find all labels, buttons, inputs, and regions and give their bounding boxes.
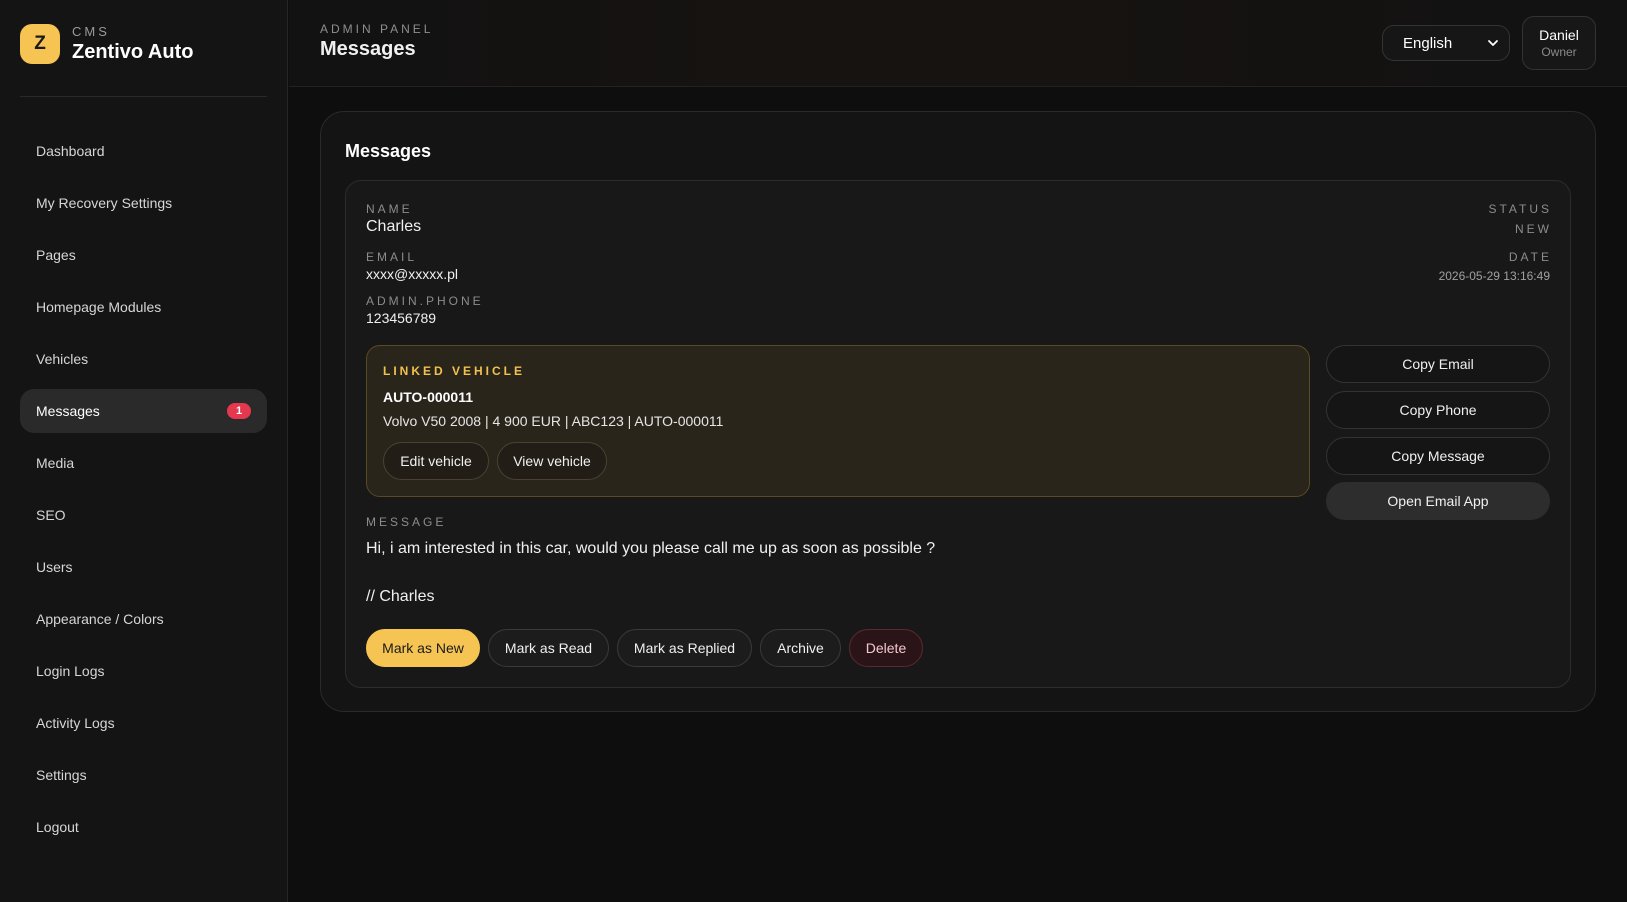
sidebar-item-label: Homepage Modules	[36, 299, 162, 315]
brand-text: CMS Zentivo Auto	[72, 24, 193, 64]
sidebar-item-label: Dashboard	[36, 143, 105, 159]
top-header: ADMIN PANEL Messages English Daniel Owne…	[289, 0, 1627, 87]
panel-title: Messages	[345, 141, 432, 161]
sidebar-item-activity-logs[interactable]: Activity Logs	[20, 701, 267, 745]
sidebar-item-seo[interactable]: SEO	[20, 493, 267, 537]
sidebar-item-recovery-settings[interactable]: My Recovery Settings	[20, 181, 267, 225]
sidebar-item-label: Vehicles	[36, 351, 89, 367]
sidebar-nav: Dashboard My Recovery Settings Pages Hom…	[20, 129, 267, 857]
language-selected-value: English	[1403, 34, 1453, 52]
message-date: 2026-05-29 13:16:49	[1438, 269, 1550, 283]
user-menu[interactable]: Daniel Owner	[1522, 16, 1596, 70]
message-label: MESSAGE	[366, 515, 447, 529]
sidebar-item-label: Activity Logs	[36, 715, 115, 731]
user-role: Owner	[1541, 45, 1577, 59]
sidebar-item-label: Settings	[36, 767, 87, 783]
page-title: Messages	[320, 38, 416, 60]
copy-email-button[interactable]: Copy Email	[1326, 345, 1550, 383]
copy-message-button[interactable]: Copy Message	[1326, 437, 1550, 475]
language-select[interactable]: English	[1382, 25, 1510, 61]
sender-email: xxxx@xxxxx.pl	[366, 266, 458, 282]
view-vehicle-button[interactable]: View vehicle	[497, 442, 607, 480]
vehicle-id: AUTO-000011	[383, 389, 474, 405]
phone-label: ADMIN.PHONE	[366, 294, 484, 308]
mark-as-replied-button[interactable]: Mark as Replied	[617, 629, 752, 667]
sidebar-item-label: Pages	[36, 247, 76, 263]
archive-button[interactable]: Archive	[760, 629, 841, 667]
sidebar: Z CMS Zentivo Auto Dashboard My Recovery…	[0, 0, 288, 902]
vehicle-description: Volvo V50 2008 | 4 900 EUR | ABC123 | AU…	[383, 413, 724, 429]
mark-as-read-button[interactable]: Mark as Read	[488, 629, 609, 667]
sidebar-divider	[20, 96, 267, 97]
sidebar-item-label: Media	[36, 455, 75, 471]
brand[interactable]: Z CMS Zentivo Auto	[20, 24, 193, 64]
sidebar-item-logout[interactable]: Logout	[20, 805, 267, 849]
sidebar-item-label: Messages	[36, 403, 100, 419]
sidebar-item-label: Logout	[36, 819, 79, 835]
sidebar-item-settings[interactable]: Settings	[20, 753, 267, 797]
chevron-down-icon	[1488, 40, 1498, 46]
messages-panel: Messages NAME Charles EMAIL xxxx@xxxxx.p…	[320, 111, 1596, 712]
email-label: EMAIL	[366, 250, 418, 264]
sidebar-item-users[interactable]: Users	[20, 545, 267, 589]
sidebar-item-label: Users	[36, 559, 73, 575]
brand-sub: CMS	[72, 24, 110, 39]
brand-logo: Z	[20, 24, 60, 64]
sidebar-item-media[interactable]: Media	[20, 441, 267, 485]
mark-as-new-button[interactable]: Mark as New	[366, 629, 480, 667]
message-card: NAME Charles EMAIL xxxx@xxxxx.pl ADMIN.P…	[345, 180, 1571, 688]
sidebar-item-vehicles[interactable]: Vehicles	[20, 337, 267, 381]
open-email-app-button[interactable]: Open Email App	[1326, 482, 1550, 520]
linked-vehicle-label: LINKED VEHICLE	[383, 364, 526, 378]
sidebar-item-appearance[interactable]: Appearance / Colors	[20, 597, 267, 641]
unread-count-badge: 1	[227, 403, 251, 419]
name-label: NAME	[366, 202, 413, 216]
header-subtitle: ADMIN PANEL	[320, 22, 434, 36]
sender-name: Charles	[366, 218, 422, 235]
linked-vehicle-box: LINKED VEHICLE AUTO-000011 Volvo V50 200…	[366, 345, 1310, 497]
sidebar-item-label: Login Logs	[36, 663, 105, 679]
copy-phone-button[interactable]: Copy Phone	[1326, 391, 1550, 429]
sender-phone: 123456789	[366, 310, 437, 326]
message-signature: // Charles	[366, 588, 435, 605]
edit-vehicle-button[interactable]: Edit vehicle	[383, 442, 489, 480]
sidebar-item-pages[interactable]: Pages	[20, 233, 267, 277]
sidebar-item-dashboard[interactable]: Dashboard	[20, 129, 267, 173]
status-badge: NEW	[1515, 222, 1552, 236]
sidebar-item-homepage-modules[interactable]: Homepage Modules	[20, 285, 267, 329]
sidebar-item-label: SEO	[36, 507, 66, 523]
delete-button[interactable]: Delete	[849, 629, 923, 667]
message-body-line: Hi, i am interested in this car, would y…	[366, 540, 936, 557]
brand-name: Zentivo Auto	[72, 41, 194, 63]
date-label: DATE	[1508, 250, 1552, 264]
sidebar-item-messages[interactable]: Messages 1	[20, 389, 267, 433]
status-label: STATUS	[1488, 202, 1552, 216]
sidebar-item-label: Appearance / Colors	[36, 611, 164, 627]
sidebar-item-login-logs[interactable]: Login Logs	[20, 649, 267, 693]
sidebar-item-label: My Recovery Settings	[36, 195, 173, 211]
user-name: Daniel	[1539, 27, 1579, 43]
